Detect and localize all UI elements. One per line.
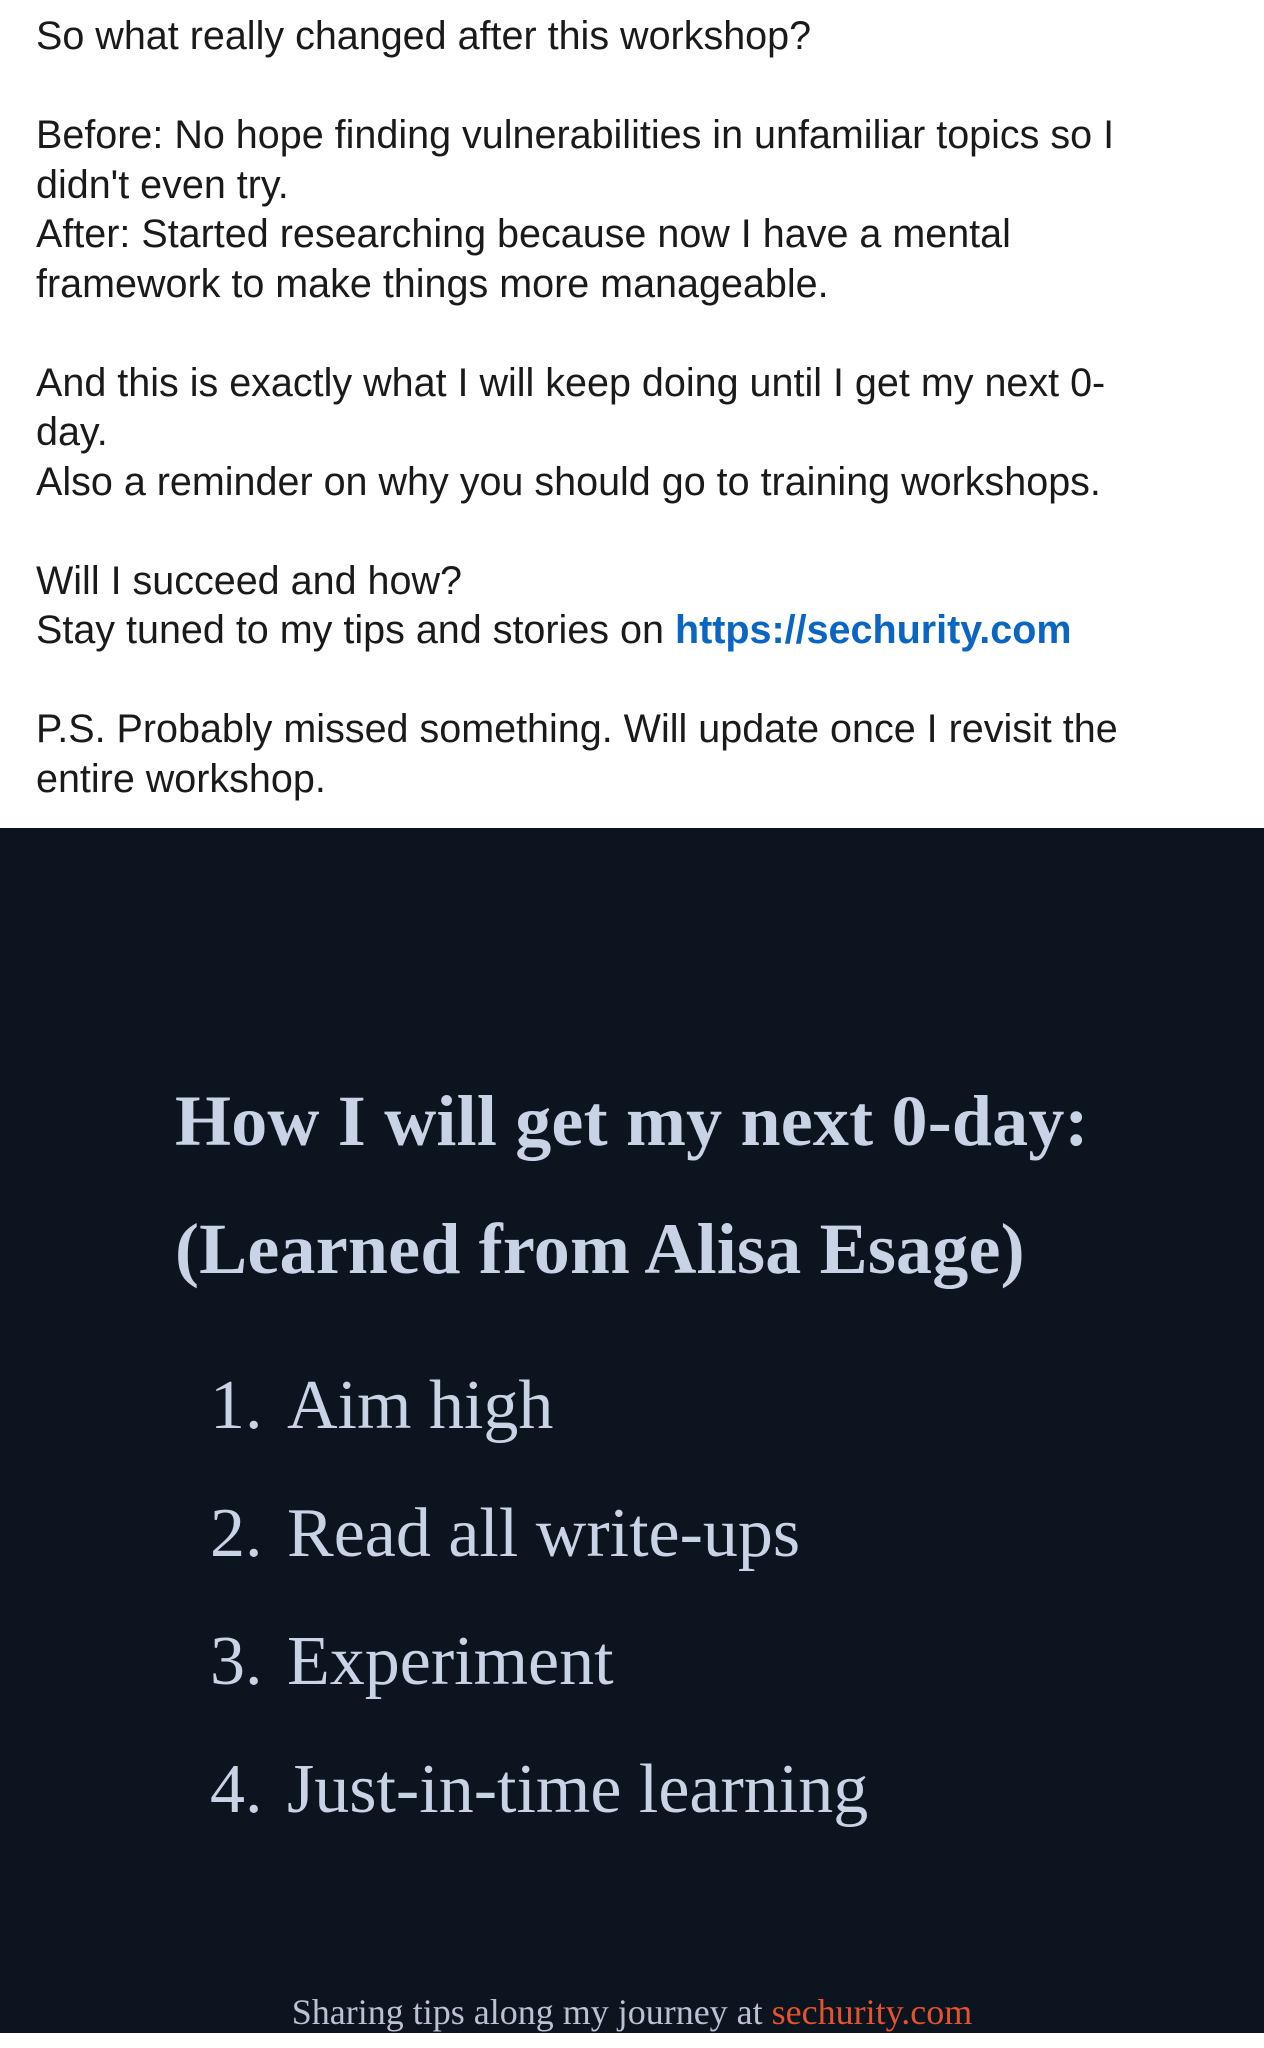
post-ps-line-1: P.S. Probably missed something. Will upd… (36, 707, 1118, 751)
step-text: Aim high (287, 1367, 554, 1444)
post-keep-line-1: And this is exactly what I will keep doi… (36, 360, 1106, 405)
step-text: Experiment (287, 1623, 614, 1700)
step-item: 2. Read all write-ups (210, 1494, 868, 1622)
steps-list: 1. Aim high 2. Read all write-ups 3. Experi… (210, 1366, 868, 1878)
step-number: 4. (210, 1751, 263, 1828)
slide-title: How I will get my next 0-day: (175, 1081, 1089, 1161)
post-after-line-2: framework to make things more manageable… (36, 261, 829, 306)
slide-subtitle: (Learned from Alisa Esage) (175, 1209, 1025, 1289)
step-item: 3. Experiment (210, 1622, 868, 1750)
post-keep-line-2: day. (36, 410, 108, 454)
footer-text: Sharing tips along my journey at (291, 1992, 772, 2032)
footer-link: sechurity.com (771, 1992, 973, 2032)
step-number: 1. (210, 1367, 263, 1444)
step-number: 2. (210, 1495, 263, 1572)
post-succeed: Will I succeed and how? (36, 558, 462, 603)
step-text: Read all write-ups (287, 1495, 801, 1572)
post-before-line-1: Before: No hope finding vulnerabilities … (36, 113, 1115, 157)
bottom-divider (0, 2033, 1264, 2048)
post-body: So what really changed after this worksh… (36, 12, 1236, 804)
post-ps-line-2: entire workshop. (36, 756, 326, 801)
post-after-line-1: After: Started researching because now I… (36, 212, 1011, 256)
post-before-line-2: didn't even try. (36, 162, 289, 207)
image-footer: Sharing tips along my journey at sechuri… (0, 1991, 1264, 2033)
post-question: So what really changed after this worksh… (36, 14, 812, 58)
step-text: Just-in-time learning (287, 1751, 869, 1828)
step-number: 3. (210, 1623, 263, 1700)
step-item: 1. Aim high (210, 1366, 868, 1494)
post-text-section: So what really changed after this worksh… (0, 0, 1264, 828)
post-stay-tuned: Stay tuned to my tips and stories on htt… (36, 606, 1236, 656)
step-item: 4. Just-in-time learning (210, 1750, 868, 1878)
sechurity-link[interactable]: https://sechurity.com (675, 608, 1072, 652)
stay-tuned-text: Stay tuned to my tips and stories on (36, 608, 675, 652)
post-image[interactable]: How I will get my next 0-day: (Learned f… (0, 828, 1264, 2033)
post-reminder: Also a reminder on why you should go to … (36, 459, 1101, 504)
